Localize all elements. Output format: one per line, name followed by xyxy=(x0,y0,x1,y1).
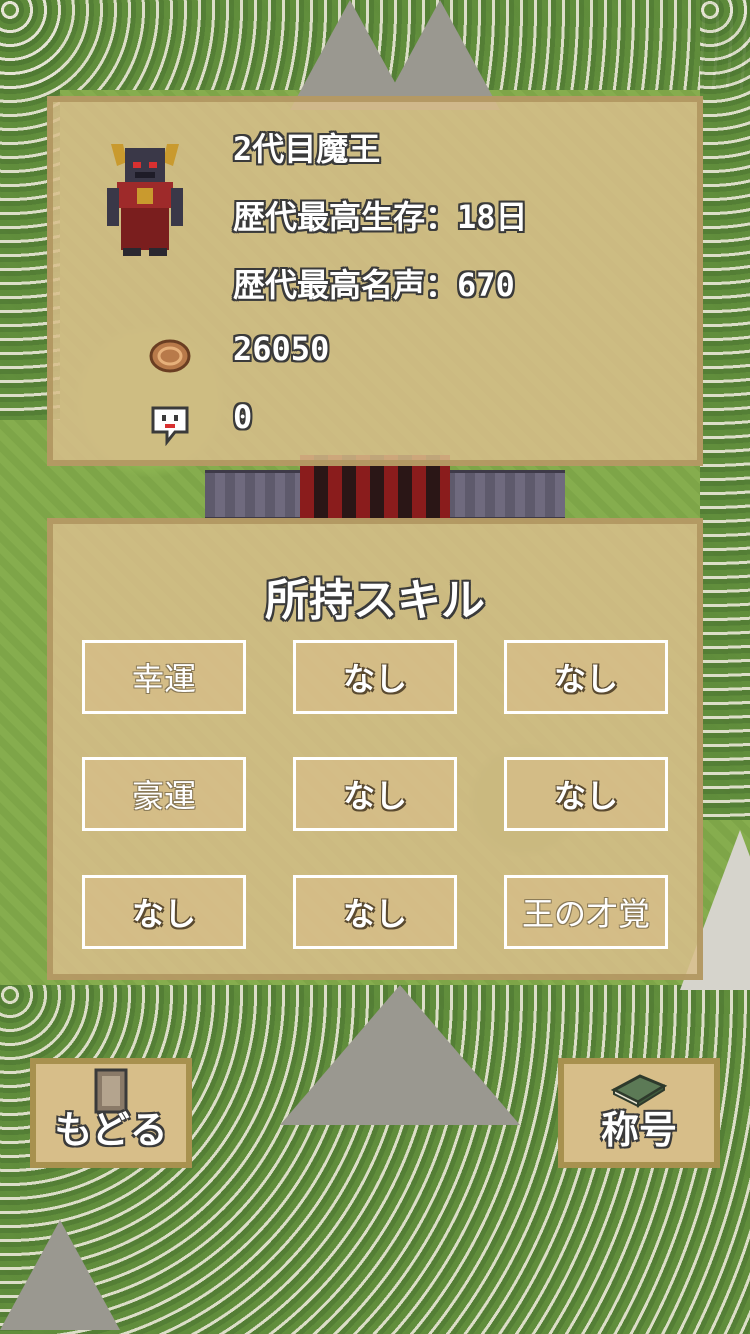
soul-count: 0 xyxy=(233,398,253,436)
mountain xyxy=(380,0,500,110)
title-button[interactable]: 称号 xyxy=(558,1058,720,1168)
back-button[interactable]: もどる xyxy=(30,1058,192,1168)
skill-slot-5[interactable]: なし xyxy=(293,757,457,831)
ghost-bubble-icon xyxy=(151,406,189,446)
king-name: 2代目魔王 xyxy=(233,130,381,168)
skill-slot-1[interactable]: 幸運 xyxy=(82,640,246,714)
skill-slot-7[interactable]: なし xyxy=(82,875,246,949)
mountain xyxy=(280,985,520,1125)
skill-slot-8[interactable]: なし xyxy=(293,875,457,949)
coin-count: 26050 xyxy=(233,330,330,368)
skills-title: 所持スキル xyxy=(265,575,485,626)
best-fame: 歴代最高名声：670 xyxy=(233,266,515,304)
best-survival: 歴代最高生存：18日 xyxy=(233,198,528,236)
demon-king-avatar-icon xyxy=(107,144,183,256)
skill-slot-9[interactable]: 王の才覚 xyxy=(504,875,668,949)
title-button-label: 称号 xyxy=(600,1108,677,1152)
coin-icon xyxy=(149,339,191,373)
profile-panel: 2代目魔王 歴代最高生存：18日 歴代最高名声：670 26050 0 xyxy=(47,96,703,466)
skills-panel: 所持スキル 幸運 なし なし 豪運 なし なし なし なし 王の才覚 xyxy=(47,518,703,980)
forest-right xyxy=(700,0,750,820)
back-button-label: もどる xyxy=(54,1108,168,1152)
skill-slot-4[interactable]: 豪運 xyxy=(82,757,246,831)
skill-slot-3[interactable]: なし xyxy=(504,640,668,714)
mountain xyxy=(0,1220,120,1330)
skill-slot-2[interactable]: なし xyxy=(293,640,457,714)
skill-slot-6[interactable]: なし xyxy=(504,757,668,831)
